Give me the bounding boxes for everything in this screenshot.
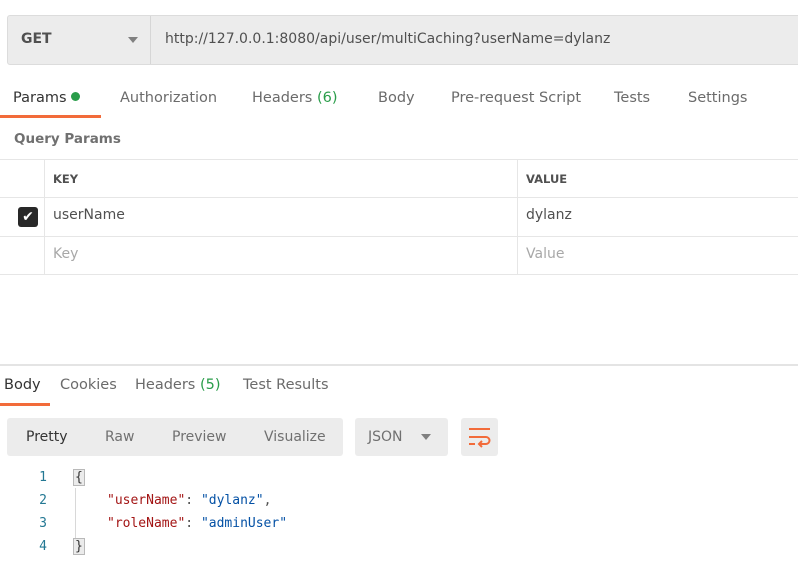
column-header-value: VALUE [526, 172, 568, 186]
tab-params[interactable]: Params [13, 90, 81, 106]
tab-pre-request-script[interactable]: Pre-request Script [451, 90, 581, 106]
method-dropdown[interactable]: GET [8, 16, 151, 64]
raw-button[interactable]: Raw [105, 429, 134, 445]
line-number: 2 [39, 493, 47, 508]
tab-test-results[interactable]: Test Results [243, 377, 329, 393]
active-tab-indicator [0, 403, 50, 406]
pretty-button[interactable]: Pretty [26, 429, 68, 445]
view-mode-group: Pretty Raw Preview Visualize [7, 418, 343, 456]
json-line: "roleName": "adminUser" [107, 516, 288, 531]
pane-divider[interactable] [0, 364, 798, 366]
tab-response-body[interactable]: Body [4, 377, 41, 393]
tab-cookies[interactable]: Cookies [60, 377, 117, 393]
tab-response-headers[interactable]: Headers (5) [135, 377, 221, 393]
tab-label: Headers [135, 377, 196, 393]
format-label: JSON [368, 429, 403, 445]
tab-authorization[interactable]: Authorization [120, 90, 217, 106]
column-header-key: KEY [53, 172, 79, 186]
wrap-lines-button[interactable] [461, 418, 498, 456]
tab-label: Headers [252, 90, 313, 106]
chevron-down-icon [421, 434, 431, 440]
param-enabled-checkbox[interactable]: ✔ [18, 207, 38, 227]
param-value-input[interactable]: dylanz [526, 207, 572, 223]
close-brace: } [73, 538, 85, 555]
line-number: 4 [39, 539, 47, 554]
url-input[interactable]: http://127.0.0.1:8080/api/user/multiCach… [165, 31, 610, 47]
status-dot-icon [71, 92, 81, 101]
line-number: 3 [39, 516, 47, 531]
query-params-title: Query Params [14, 131, 121, 147]
method-label: GET [21, 31, 52, 47]
visualize-button[interactable]: Visualize [264, 429, 326, 445]
json-line: "userName": "dylanz", [107, 493, 272, 508]
chevron-down-icon [128, 37, 138, 43]
format-dropdown[interactable]: JSON [355, 418, 448, 456]
tab-headers[interactable]: Headers (6) [252, 90, 338, 106]
param-key-input[interactable]: userName [53, 207, 125, 223]
new-value-input[interactable]: Value [526, 246, 564, 262]
line-number: 1 [39, 470, 47, 485]
preview-button[interactable]: Preview [172, 429, 227, 445]
url-bar: GET http://127.0.0.1:8080/api/user/multi… [7, 15, 798, 65]
new-key-input[interactable]: Key [53, 246, 78, 262]
tab-tests[interactable]: Tests [614, 90, 650, 106]
headers-count: (5) [199, 377, 221, 393]
active-tab-indicator [0, 115, 101, 118]
headers-count: (6) [316, 90, 338, 106]
wrap-lines-icon [469, 428, 491, 448]
tab-settings[interactable]: Settings [688, 90, 747, 106]
tab-label: Params [13, 90, 67, 106]
open-brace: { [73, 469, 85, 486]
tab-body[interactable]: Body [378, 90, 415, 106]
